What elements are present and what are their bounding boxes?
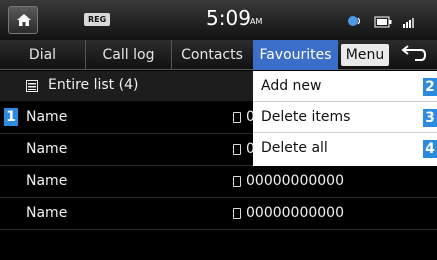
phone-icon	[233, 176, 241, 187]
contact-number: 00000000000	[246, 205, 344, 221]
contact-number: 00000000000	[246, 173, 344, 189]
callout-badge: 4	[423, 140, 437, 158]
tab-contacts[interactable]: Contacts	[172, 40, 252, 70]
phone-icon	[233, 144, 241, 155]
callout-badge: 2	[423, 78, 437, 96]
clock-time: 5:09	[206, 6, 251, 30]
back-button[interactable]	[393, 42, 433, 68]
contact-name: Name	[26, 205, 68, 221]
phone-icon	[233, 112, 241, 123]
clock-ampm: AM	[250, 17, 263, 26]
menu-item-delete-items[interactable]: Delete items 3	[253, 102, 437, 133]
callout-badge: 3	[423, 109, 437, 127]
menu-button[interactable]: Menu	[341, 44, 389, 66]
tab-call-log[interactable]: Call log	[86, 40, 172, 70]
list-icon	[26, 80, 38, 92]
signal-icon	[403, 13, 419, 32]
dropdown-menu: Add new 2 Delete items 3 Delete all 4	[253, 71, 437, 166]
tab-favourites[interactable]: Favourites	[253, 40, 338, 70]
battery-icon	[374, 13, 392, 32]
bluetooth-audio-icon	[347, 13, 363, 32]
back-icon	[401, 45, 427, 61]
contact-name: Name	[26, 109, 68, 125]
list-item[interactable]: Name 00000000000	[0, 166, 437, 198]
status-icons	[341, 12, 419, 28]
contact-name: Name	[26, 173, 68, 189]
list-title: Entire list (4)	[48, 77, 139, 93]
phone-icon	[233, 208, 241, 219]
home-icon	[17, 14, 31, 26]
menu-item-label: Delete items	[261, 109, 351, 125]
tab-bar: Dial Call log Contacts Favourites Menu	[0, 40, 437, 70]
callout-badge-row: 1	[4, 108, 18, 126]
menu-item-add-new[interactable]: Add new 2	[253, 71, 437, 102]
home-button[interactable]	[8, 6, 38, 34]
reg-badge: REG	[84, 13, 111, 26]
status-bar: REG 5:09 AM	[0, 0, 437, 40]
contact-name: Name	[26, 141, 68, 157]
menu-item-delete-all[interactable]: Delete all 4	[253, 133, 437, 164]
menu-item-label: Delete all	[261, 140, 328, 156]
list-item[interactable]: Name 00000000000	[0, 198, 437, 230]
menu-item-label: Add new	[261, 78, 322, 94]
tab-dial[interactable]: Dial	[0, 40, 86, 70]
